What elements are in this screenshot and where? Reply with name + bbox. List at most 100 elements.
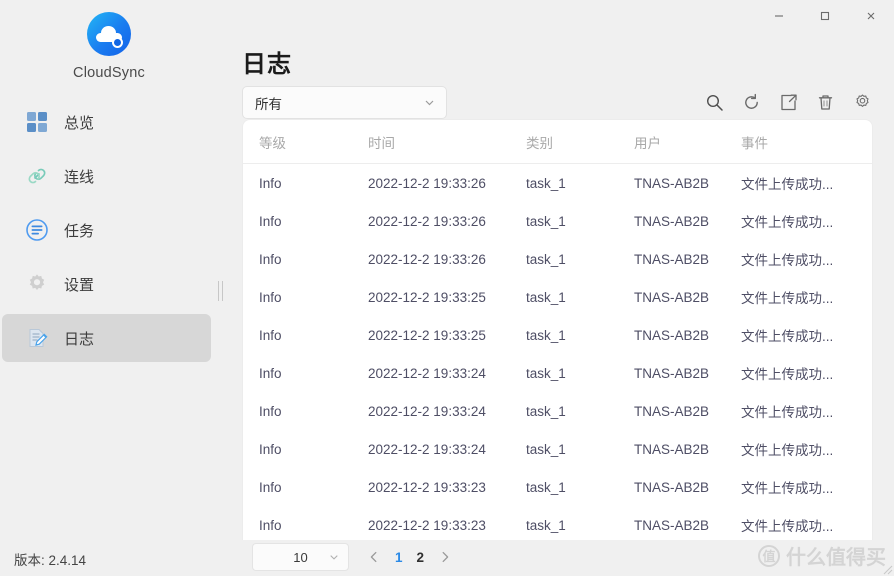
refresh-icon[interactable] xyxy=(741,93,761,113)
sidebar-item-label: 连线 xyxy=(64,168,95,186)
cell-user: TNAS-AB2B xyxy=(634,251,710,267)
log-edit-icon xyxy=(24,325,50,351)
table-scrollbar[interactable] xyxy=(865,120,872,540)
link-icon xyxy=(24,163,50,189)
brand-name: CloudSync xyxy=(73,65,145,81)
cell-level: Info xyxy=(259,403,282,419)
log-level-filter-value: 所有 xyxy=(255,96,282,112)
maximize-button[interactable] xyxy=(802,0,848,32)
cell-level: Info xyxy=(259,327,282,343)
cell-level: Info xyxy=(259,175,282,191)
cell-user: TNAS-AB2B xyxy=(634,441,710,457)
footer-bar: 版本: 2.4.14 10 1 2 xyxy=(0,540,894,576)
cell-time: 2022-12-2 19:33:25 xyxy=(368,327,486,343)
column-header-time: 时间 xyxy=(368,135,395,151)
export-icon[interactable] xyxy=(778,93,798,113)
cell-category: task_1 xyxy=(526,327,566,343)
cell-level: Info xyxy=(259,479,282,495)
chevron-down-icon xyxy=(423,96,436,109)
sidebar-item-connections[interactable]: 连线 xyxy=(2,152,211,200)
cell-level: Info xyxy=(259,251,282,267)
search-icon[interactable] xyxy=(704,93,724,113)
cell-user: TNAS-AB2B xyxy=(634,403,710,419)
cell-category: task_1 xyxy=(526,365,566,381)
cell-event: 文件上传成功... xyxy=(741,443,834,458)
log-level-filter-select[interactable]: 所有 xyxy=(242,86,447,119)
cell-user: TNAS-AB2B xyxy=(634,517,710,533)
sidebar-item-label: 日志 xyxy=(64,330,95,348)
table-row[interactable]: Info 2022-12-2 19:33:23 task_1 TNAS-AB2B 文件上… xyxy=(243,506,872,540)
table-row[interactable]: Info 2022-12-2 19:33:23 task_1 TNAS-AB2B 文件上… xyxy=(243,468,872,506)
cell-category: task_1 xyxy=(526,441,566,457)
delete-icon[interactable] xyxy=(815,93,835,113)
page-number-2[interactable]: 2 xyxy=(417,550,425,565)
cell-event: 文件上传成功... xyxy=(741,329,834,344)
cell-time: 2022-12-2 19:33:26 xyxy=(368,251,486,267)
table-header-row: 等级 时间 类别 用户 事件 xyxy=(243,120,872,164)
sidebar-item-label: 总览 xyxy=(64,114,95,132)
sidebar-item-settings[interactable]: 设置 xyxy=(2,260,211,308)
cell-time: 2022-12-2 19:33:23 xyxy=(368,479,486,495)
cell-time: 2022-12-2 19:33:24 xyxy=(368,403,486,419)
cell-event: 文件上传成功... xyxy=(741,291,834,306)
table-row[interactable]: Info 2022-12-2 19:33:24 task_1 TNAS-AB2B 文件上… xyxy=(243,430,872,468)
page-size-value: 10 xyxy=(293,549,308,565)
next-page-button[interactable] xyxy=(438,550,452,564)
task-icon xyxy=(24,217,50,243)
cell-user: TNAS-AB2B xyxy=(634,289,710,305)
cell-category: task_1 xyxy=(526,289,566,305)
table-row[interactable]: Info 2022-12-2 19:33:25 task_1 TNAS-AB2B 文件上… xyxy=(243,316,872,354)
sidebar-item-tasks[interactable]: 任务 xyxy=(2,206,211,254)
log-table-body: Info 2022-12-2 19:33:26 task_1 TNAS-AB2B 文件上… xyxy=(243,164,872,540)
cell-event: 文件上传成功... xyxy=(741,519,834,534)
table-row[interactable]: Info 2022-12-2 19:33:24 task_1 TNAS-AB2B 文件上… xyxy=(243,354,872,392)
cell-time: 2022-12-2 19:33:25 xyxy=(368,289,486,305)
page-size-select[interactable]: 10 xyxy=(252,543,349,571)
table-row[interactable]: Info 2022-12-2 19:33:26 task_1 TNAS-AB2B 文件上… xyxy=(243,240,872,278)
sidebar-item-label: 设置 xyxy=(64,276,95,294)
cell-level: Info xyxy=(259,365,282,381)
cell-event: 文件上传成功... xyxy=(741,253,834,268)
cell-category: task_1 xyxy=(526,403,566,419)
column-header-level: 等级 xyxy=(259,135,286,151)
cell-event: 文件上传成功... xyxy=(741,481,834,496)
table-row[interactable]: Info 2022-12-2 19:33:26 task_1 TNAS-AB2B 文件上… xyxy=(243,164,872,202)
page-title: 日志 xyxy=(242,51,292,78)
cell-category: task_1 xyxy=(526,251,566,267)
version-label: 版本: 2.4.14 xyxy=(14,553,87,568)
cell-time: 2022-12-2 19:33:23 xyxy=(368,517,486,533)
pagination: 10 1 2 xyxy=(252,543,452,571)
close-icon xyxy=(867,12,875,20)
table-row[interactable]: Info 2022-12-2 19:33:26 task_1 TNAS-AB2B 文件上… xyxy=(243,202,872,240)
cell-user: TNAS-AB2B xyxy=(634,175,710,191)
cell-event: 文件上传成功... xyxy=(741,215,834,230)
table-row[interactable]: Info 2022-12-2 19:33:25 task_1 TNAS-AB2B 文件上… xyxy=(243,278,872,316)
minimize-button[interactable] xyxy=(756,0,802,32)
page-number-1[interactable]: 1 xyxy=(395,550,403,565)
prev-page-button[interactable] xyxy=(367,550,381,564)
cell-level: Info xyxy=(259,213,282,229)
cell-category: task_1 xyxy=(526,175,566,191)
sidebar-item-overview[interactable]: 总览 xyxy=(2,98,211,146)
cell-event: 文件上传成功... xyxy=(741,367,834,382)
cell-category: task_1 xyxy=(526,479,566,495)
cloudsync-window: CloudSync 总览 连线 任务 设置 日志 日志 所有 等级 时间 类别 … xyxy=(0,0,894,576)
cell-category: task_1 xyxy=(526,517,566,533)
page-nav: 1 2 xyxy=(367,550,452,565)
cloud-logo-icon xyxy=(87,12,131,56)
sidebar-nav: 总览 连线 任务 设置 日志 xyxy=(0,98,218,368)
settings-gear-icon[interactable] xyxy=(852,93,872,113)
maximize-icon xyxy=(820,11,830,21)
table-row[interactable]: Info 2022-12-2 19:33:24 task_1 TNAS-AB2B 文件上… xyxy=(243,392,872,430)
cell-user: TNAS-AB2B xyxy=(634,327,710,343)
minimize-icon xyxy=(775,15,783,17)
sidebar-item-logs[interactable]: 日志 xyxy=(2,314,211,362)
log-toolbar xyxy=(704,86,872,119)
cell-level: Info xyxy=(259,441,282,457)
brand: CloudSync xyxy=(0,12,218,81)
grid-icon xyxy=(24,109,50,135)
close-button[interactable] xyxy=(848,0,894,32)
cell-time: 2022-12-2 19:33:24 xyxy=(368,365,486,381)
cell-user: TNAS-AB2B xyxy=(634,479,710,495)
cell-time: 2022-12-2 19:33:24 xyxy=(368,441,486,457)
